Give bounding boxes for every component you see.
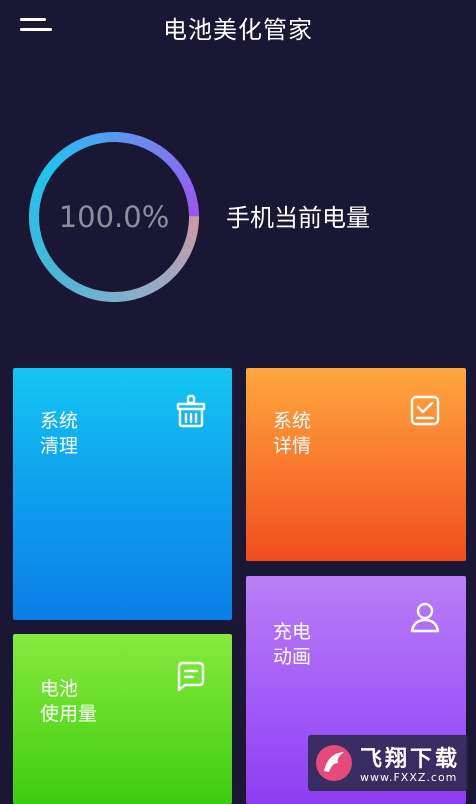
- watermark: 飞翔下载 www.FXXZ.com: [308, 735, 468, 791]
- tile-usage-label: 电池 使用量: [40, 677, 97, 727]
- tile-detail-label: 系统 详情: [273, 409, 311, 459]
- tile-system-clean[interactable]: 系统 清理: [13, 368, 232, 620]
- clipboard-check-icon: [409, 394, 441, 428]
- page-title: 电池美化管家: [0, 10, 476, 45]
- battery-gauge: 100.0%: [24, 127, 204, 307]
- tile-detail-line1: 系统: [273, 409, 311, 434]
- watermark-url: www.FXXZ.com: [360, 771, 457, 784]
- battery-label: 手机当前电量: [226, 198, 370, 233]
- person-icon: [409, 600, 441, 634]
- tile-usage-line1: 电池: [40, 677, 97, 702]
- tile-anim-label: 充电 动画: [273, 620, 311, 670]
- battery-percent: 100.0%: [24, 127, 204, 307]
- watermark-brand: 飞翔下载: [360, 741, 460, 773]
- tile-anim-line2: 动画: [273, 645, 311, 670]
- tile-usage-line2: 使用量: [40, 702, 97, 727]
- broom-icon: [175, 394, 207, 428]
- chat-message-icon: [174, 659, 206, 693]
- tile-battery-usage[interactable]: 电池 使用量: [13, 634, 232, 804]
- tile-anim-line1: 充电: [273, 620, 311, 645]
- fxxz-logo-icon: [314, 743, 354, 783]
- app-header: 电池美化管家: [0, 0, 476, 50]
- tile-clean-line1: 系统: [40, 409, 78, 434]
- tile-clean-line2: 清理: [40, 434, 78, 459]
- tile-detail-line2: 详情: [273, 434, 311, 459]
- tile-clean-label: 系统 清理: [40, 409, 78, 459]
- tile-system-detail[interactable]: 系统 详情: [246, 368, 466, 561]
